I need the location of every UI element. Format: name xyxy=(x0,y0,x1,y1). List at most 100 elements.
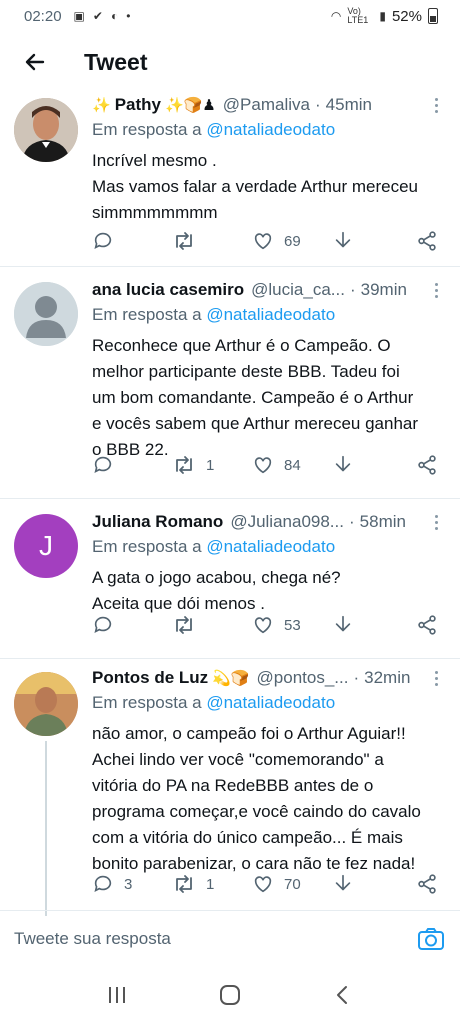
tweet-text-line: vitória do PA na RedeBBB antes de o xyxy=(92,776,374,795)
more-icon[interactable] xyxy=(428,670,444,686)
reply-prefix: Em resposta a xyxy=(92,693,202,712)
back-arrow-icon[interactable] xyxy=(20,47,50,77)
retweet-icon xyxy=(176,616,192,634)
avatar-letter: J xyxy=(39,530,53,561)
name-emoji: ✨🍞♟ xyxy=(164,97,216,114)
tweet-text-line: Reconhece que Arthur é o Campeão. O xyxy=(92,336,391,355)
retweet-button[interactable]: 1 xyxy=(172,873,252,895)
separator-dot: · xyxy=(348,512,355,531)
camera-icon[interactable] xyxy=(416,924,446,954)
tweet-item[interactable]: ana lucia casemiro @lucia_ca... · 39min … xyxy=(0,267,460,499)
download-button[interactable] xyxy=(332,230,402,252)
like-button[interactable]: 53 xyxy=(252,614,332,636)
back-nav-icon[interactable] xyxy=(323,975,363,1015)
separator-dot: · xyxy=(349,280,356,299)
name-emoji: ✨ xyxy=(92,97,111,114)
tweet-text-line: programa começar,e você caindo do cavalo xyxy=(92,802,421,821)
tweet-text-line: melhor participante deste BBB. Tadeu foi xyxy=(92,362,400,381)
tweet-text-line: um bom comandante. Campeão é o Arthur xyxy=(92,388,414,407)
system-nav-bar xyxy=(0,966,460,1024)
download-button[interactable] xyxy=(332,873,402,895)
author-handle[interactable]: @Juliana098... xyxy=(230,512,344,532)
share-button[interactable] xyxy=(416,454,438,476)
tweet-text-line: não amor, o campeão foi o Arthur Aguiar!… xyxy=(92,724,406,743)
tweet-text-line: com a vitória do único campeão... É mais xyxy=(92,828,403,847)
more-icon[interactable] xyxy=(428,282,444,298)
like-count: 53 xyxy=(284,616,301,634)
reply-count: 3 xyxy=(124,875,133,893)
reply-prefix: Em resposta a xyxy=(92,537,202,556)
battery-percent: 52% xyxy=(391,7,422,25)
retweet-button[interactable] xyxy=(172,230,252,252)
retweet-button[interactable]: 1 xyxy=(172,454,252,476)
tweet-time: 45min xyxy=(325,95,372,114)
tweet-time: 39min xyxy=(360,280,407,299)
tweet-text-line: A gata o jogo acabou, chega né? xyxy=(92,568,341,587)
reply-button[interactable] xyxy=(92,614,172,636)
author-name[interactable]: Juliana Romano xyxy=(92,512,223,532)
share-icon xyxy=(418,874,436,894)
signal-icon: ▮ xyxy=(379,9,386,23)
share-button[interactable] xyxy=(416,614,438,636)
reply-prefix: Em resposta a xyxy=(92,305,202,324)
reply-context: Em resposta a @nataliadeodato xyxy=(92,693,444,717)
retweet-count: 1 xyxy=(206,875,215,893)
share-button[interactable] xyxy=(416,230,438,252)
reply-context: Em resposta a @nataliadeodato xyxy=(92,305,444,329)
reply-mention[interactable]: @nataliadeodato xyxy=(206,537,335,556)
tweet-time: 32min xyxy=(364,668,411,687)
retweet-count: 1 xyxy=(206,456,215,474)
author-handle[interactable]: @pontos_... xyxy=(257,668,349,688)
reply-button[interactable] xyxy=(92,454,172,476)
download-icon xyxy=(335,615,351,632)
home-icon[interactable] xyxy=(210,975,250,1015)
tweet-item[interactable]: J Juliana Romano @Juliana098... · 58min … xyxy=(0,499,460,659)
share-icon xyxy=(418,231,436,251)
reply-icon xyxy=(94,616,112,633)
tweet-text-line: Achei lindo ver você "comemorando" a xyxy=(92,750,384,769)
download-button[interactable] xyxy=(332,454,402,476)
avatar[interactable] xyxy=(14,98,78,162)
reply-input[interactable]: Tweete sua resposta xyxy=(14,929,416,949)
avatar[interactable]: J xyxy=(14,514,78,578)
tweet-text: não amor, o campeão foi o Arthur Aguiar!… xyxy=(92,721,444,877)
download-icon xyxy=(335,874,351,891)
author-name[interactable]: Pontos de Luz xyxy=(92,668,208,688)
reply-mention[interactable]: @nataliadeodato xyxy=(206,693,335,712)
recents-icon[interactable] xyxy=(97,975,137,1015)
avatar[interactable] xyxy=(14,282,78,346)
reply-composer[interactable]: Tweete sua resposta xyxy=(0,910,460,966)
download-icon xyxy=(335,455,351,472)
tweet-text: A gata o jogo acabou, chega né? Aceita q… xyxy=(92,565,444,617)
reply-context: Em resposta a @nataliadeodato xyxy=(92,120,444,144)
like-icon xyxy=(254,457,272,474)
retweet-button[interactable] xyxy=(172,614,252,636)
reply-mention[interactable]: @nataliadeodato xyxy=(206,305,335,324)
tweet-item[interactable]: Pontos de Luz 💫🍞 @pontos_... · 32min Em … xyxy=(0,659,460,916)
like-button[interactable]: 69 xyxy=(252,230,332,252)
download-button[interactable] xyxy=(332,614,402,636)
like-button[interactable]: 84 xyxy=(252,454,332,476)
more-icon[interactable] xyxy=(428,514,444,530)
share-icon xyxy=(418,615,436,635)
wifi-icon: ◠ xyxy=(330,9,342,23)
reply-button[interactable] xyxy=(92,230,172,252)
tweet-text-line: Incrível mesmo . xyxy=(92,151,217,170)
like-button[interactable]: 70 xyxy=(252,873,332,895)
reply-icon xyxy=(94,875,112,892)
author-handle[interactable]: @lucia_ca... xyxy=(251,280,345,300)
avatar[interactable] xyxy=(14,672,78,736)
reply-mention[interactable]: @nataliadeodato xyxy=(206,120,335,139)
share-button[interactable] xyxy=(416,873,438,895)
separator-dot: · xyxy=(353,668,360,687)
more-icon[interactable] xyxy=(428,97,444,113)
reply-button[interactable]: 3 xyxy=(92,873,172,895)
status-bar: 02:20 ▣ ✔ ◐ • ◠ Vo) LTE1 ▮ 52% xyxy=(0,0,460,32)
like-icon xyxy=(254,876,272,893)
like-icon xyxy=(254,617,272,634)
author-name[interactable]: Pathy xyxy=(115,95,161,115)
author-handle[interactable]: @Pamaliva xyxy=(223,95,310,115)
tweet-item[interactable]: ✨ Pathy ✨🍞♟ @Pamaliva · 45min Em respost… xyxy=(0,92,460,267)
tweet-text-line: Mas vamos falar a verdade Arthur mereceu xyxy=(92,177,418,196)
author-name[interactable]: ana lucia casemiro xyxy=(92,280,244,300)
